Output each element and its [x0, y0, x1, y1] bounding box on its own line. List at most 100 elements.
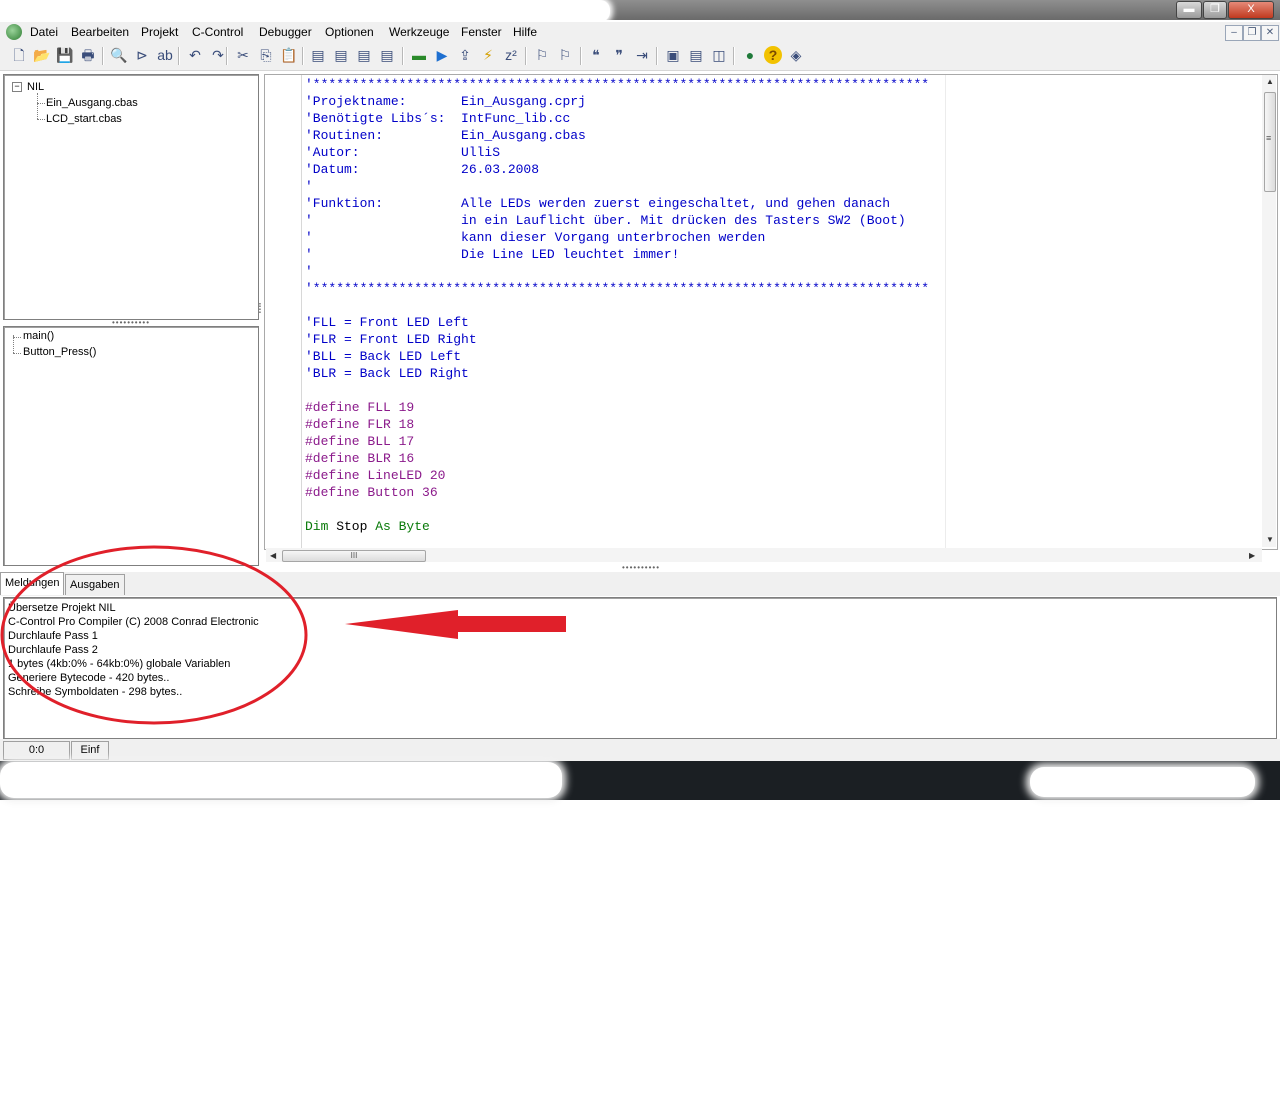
- code-token: Dim: [305, 519, 329, 534]
- save-icon[interactable]: 💾: [56, 46, 74, 64]
- uncomment-icon[interactable]: ❞: [610, 46, 628, 64]
- function-item[interactable]: Button_Press(): [23, 346, 96, 358]
- code-line: #define FLL 19: [305, 400, 415, 415]
- tile-horizontal-icon[interactable]: ▤: [687, 46, 705, 64]
- tree-file-item[interactable]: Ein_Ausgang.cbas: [46, 97, 138, 109]
- code-token: Stop: [328, 519, 376, 534]
- flash-icon[interactable]: ⚡: [479, 46, 497, 64]
- maximize-button[interactable]: ❐: [1203, 1, 1227, 19]
- undo-icon[interactable]: ↶: [186, 46, 204, 64]
- menu-c-control[interactable]: C-Control: [192, 25, 243, 39]
- code-line: 'Benötigte Libs´s: IntFunc_lib.cc: [305, 111, 571, 126]
- editor-gutter: [265, 75, 302, 549]
- toolbar-separator: [402, 47, 404, 65]
- scroll-right-arrow[interactable]: ▶: [1249, 551, 1255, 560]
- code-line: 'Funktion: Alle LEDs werden zuerst einge…: [305, 196, 891, 211]
- menu-projekt[interactable]: Projekt: [141, 25, 178, 39]
- code-line: ': [305, 179, 313, 194]
- taskbar-redaction: [1030, 767, 1255, 797]
- help-icon[interactable]: ?: [764, 46, 782, 64]
- replace-icon[interactable]: ab: [156, 46, 174, 64]
- indent-icon[interactable]: ⇥: [633, 46, 651, 64]
- breakpoint-icon[interactable]: ⚐: [533, 46, 551, 64]
- redo-icon[interactable]: ↷: [209, 46, 227, 64]
- code-line: #define BLR 16: [305, 451, 415, 466]
- code-line: ' in ein Lauflicht über. Mit drücken des…: [305, 213, 906, 228]
- code-line: '***************************************…: [305, 77, 930, 92]
- code-line: #define Button 36: [305, 485, 438, 500]
- find-icon[interactable]: 🔍: [110, 46, 128, 64]
- mdi-restore-button[interactable]: ❐: [1243, 25, 1261, 41]
- vertical-scroll-thumb[interactable]: ≡: [1264, 92, 1276, 192]
- toolbar-separator: [656, 47, 658, 65]
- project-close-icon[interactable]: ▤: [332, 46, 350, 64]
- menu-optionen[interactable]: Optionen: [325, 25, 374, 39]
- function-tree-panel: [3, 326, 259, 566]
- tree-connector: [37, 93, 38, 119]
- app-icon[interactable]: [6, 24, 22, 40]
- menu-debugger[interactable]: Debugger: [259, 25, 312, 39]
- tree-collapse-icon[interactable]: −: [12, 82, 22, 92]
- code-line: #define BLL 17: [305, 434, 415, 449]
- tree-connector: [37, 119, 45, 120]
- code-editor[interactable]: '***************************************…: [264, 74, 1278, 550]
- vertical-splitter-grip[interactable]: ⁞: [258, 300, 263, 316]
- sleep-icon[interactable]: z²: [502, 46, 520, 64]
- print-icon[interactable]: 🖶: [79, 46, 97, 64]
- mdi-minimize-button[interactable]: –: [1225, 25, 1243, 41]
- open-folder-icon[interactable]: 📂: [33, 46, 51, 64]
- code-text[interactable]: '***************************************…: [305, 76, 929, 535]
- cursor-position: 0:0: [3, 741, 70, 760]
- function-item[interactable]: main(): [23, 330, 54, 342]
- paste-icon[interactable]: 📋: [280, 46, 298, 64]
- code-line: #define LineLED 20: [305, 468, 446, 483]
- cut-icon[interactable]: ✂: [234, 46, 252, 64]
- step-icon[interactable]: ⚐: [556, 46, 574, 64]
- tree-connector: [13, 337, 21, 338]
- code-line: 'FLR = Front LED Right: [305, 332, 477, 347]
- toolbar-separator: [525, 47, 527, 65]
- toolbar-separator: [102, 47, 104, 65]
- editor-right-margin: [945, 75, 946, 549]
- insert-mode: Einf: [71, 741, 109, 760]
- run-icon[interactable]: ▶: [433, 46, 451, 64]
- tile-vertical-icon[interactable]: ◫: [710, 46, 728, 64]
- menu-fenster[interactable]: Fenster: [461, 25, 502, 39]
- tree-project-root[interactable]: NIL: [27, 81, 44, 93]
- code-line: 'BLL = Back LED Left: [305, 349, 462, 364]
- project-options-icon[interactable]: ▤: [378, 46, 396, 64]
- tree-connector: [37, 103, 45, 104]
- code-line: Dim Stop As Byte: [305, 518, 929, 535]
- new-file-icon[interactable]: 🗋: [10, 46, 28, 64]
- tree-file-item[interactable]: LCD_start.cbas: [46, 113, 122, 125]
- code-line: 'Autor: UlliS: [305, 145, 501, 160]
- code-line: #define FLR 18: [305, 417, 415, 432]
- web-icon[interactable]: ●: [741, 46, 759, 64]
- comment-icon[interactable]: ❝: [587, 46, 605, 64]
- close-button[interactable]: X: [1228, 1, 1274, 19]
- copy-icon[interactable]: ⎘: [257, 46, 275, 64]
- code-line: '***************************************…: [305, 281, 930, 296]
- find-next-icon[interactable]: ⊳: [133, 46, 151, 64]
- scroll-down-arrow[interactable]: ▼: [1266, 535, 1274, 544]
- project-add-icon[interactable]: ▤: [355, 46, 373, 64]
- scroll-up-arrow[interactable]: ▲: [1266, 77, 1274, 86]
- menu-hilfe[interactable]: Hilfe: [513, 25, 537, 39]
- minimize-button[interactable]: ▬: [1176, 1, 1202, 19]
- menu-datei[interactable]: Datei: [30, 25, 58, 39]
- cascade-windows-icon[interactable]: ▣: [664, 46, 682, 64]
- code-line: 'FLL = Front LED Left: [305, 315, 469, 330]
- main-splitter-grip[interactable]: ••••••••••: [622, 563, 660, 572]
- title-redaction: [0, 0, 610, 22]
- project-open-icon[interactable]: ▤: [309, 46, 327, 64]
- mdi-close-button[interactable]: ✕: [1261, 25, 1279, 41]
- code-line: ': [305, 264, 313, 279]
- menu-bearbeiten[interactable]: Bearbeiten: [71, 25, 129, 39]
- code-line: 'Routinen: Ein_Ausgang.cbas: [305, 128, 586, 143]
- download-icon[interactable]: ⇪: [456, 46, 474, 64]
- compile-icon[interactable]: ▬: [410, 46, 428, 64]
- menu-werkzeuge[interactable]: Werkzeuge: [389, 25, 449, 39]
- about-icon[interactable]: ◈: [787, 46, 805, 64]
